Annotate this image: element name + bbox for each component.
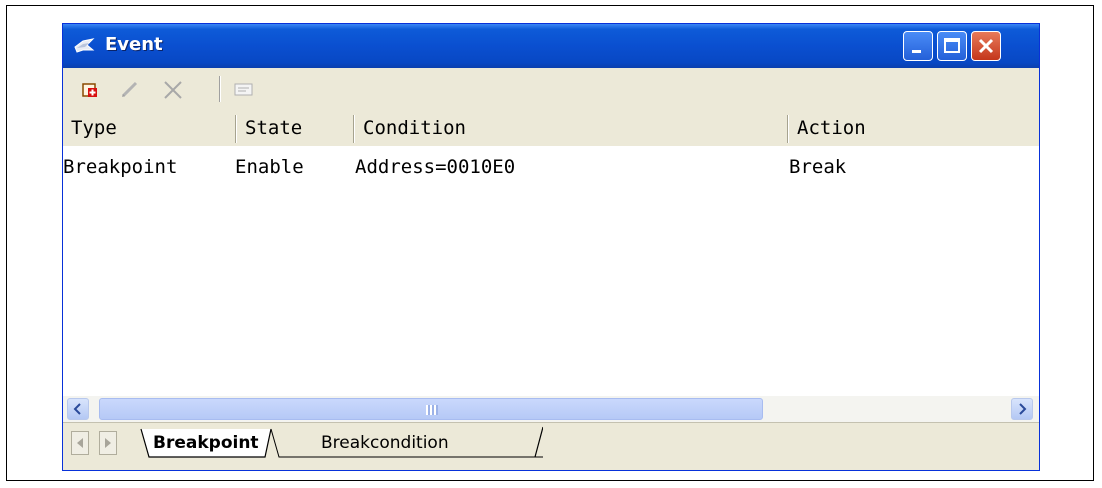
tab-breakcondition[interactable]: Breakcondition: [321, 433, 449, 453]
column-header-row: Type State Condition Action: [63, 110, 1039, 147]
scroll-left-button[interactable]: [67, 398, 89, 420]
maximize-button[interactable]: [937, 31, 967, 61]
close-button[interactable]: [971, 31, 1001, 61]
column-header-action[interactable]: Action: [789, 110, 1039, 146]
minimize-button[interactable]: [903, 31, 933, 61]
list-icon: [234, 83, 253, 96]
add-doc-icon: [82, 83, 97, 97]
cell-condition: Address=0010E0: [355, 156, 516, 178]
delete-x-icon: [164, 81, 182, 99]
cell-action: Break: [789, 156, 847, 178]
event-tool-icon: [74, 38, 95, 53]
triangle-right-icon: [105, 438, 111, 448]
scroll-grip: [426, 405, 438, 415]
minimize-icon: [912, 50, 921, 53]
toolbar: [63, 68, 1039, 110]
edit-event-button[interactable]: [119, 78, 141, 100]
scroll-right-button[interactable]: [1011, 398, 1033, 420]
close-icon: [978, 38, 994, 54]
cell-state: Enable: [235, 156, 304, 178]
properties-button[interactable]: [233, 78, 255, 100]
scroll-right-icon: [1019, 403, 1027, 415]
maximize-icon: [944, 38, 960, 53]
column-header-state[interactable]: State: [237, 110, 353, 146]
title-bar[interactable]: Event: [63, 24, 1039, 68]
horizontal-scrollbar[interactable]: [63, 396, 1039, 422]
tab-scroll-right-button[interactable]: [99, 431, 117, 455]
cell-type: Breakpoint: [63, 156, 178, 178]
column-header-condition[interactable]: Condition: [355, 110, 787, 146]
window-title: Event: [105, 34, 163, 55]
event-list: Breakpoint Enable Address=0010E0 Break: [63, 146, 1039, 396]
pencil-icon: [121, 81, 138, 98]
scroll-left-icon: [73, 403, 81, 415]
delete-event-button[interactable]: [161, 78, 183, 100]
event-window: Event Type State Condition Action Breakp…: [62, 23, 1040, 471]
tab-bar: Breakpoint Breakcondition: [63, 422, 1039, 470]
scroll-thumb[interactable]: [99, 398, 763, 420]
tab-scroll-left-button[interactable]: [71, 431, 89, 455]
add-event-button[interactable]: [79, 78, 101, 100]
column-header-type[interactable]: Type: [63, 110, 235, 146]
toolbar-separator: [219, 76, 221, 102]
tab-breakpoint[interactable]: Breakpoint: [153, 433, 259, 453]
triangle-left-icon: [77, 438, 83, 448]
